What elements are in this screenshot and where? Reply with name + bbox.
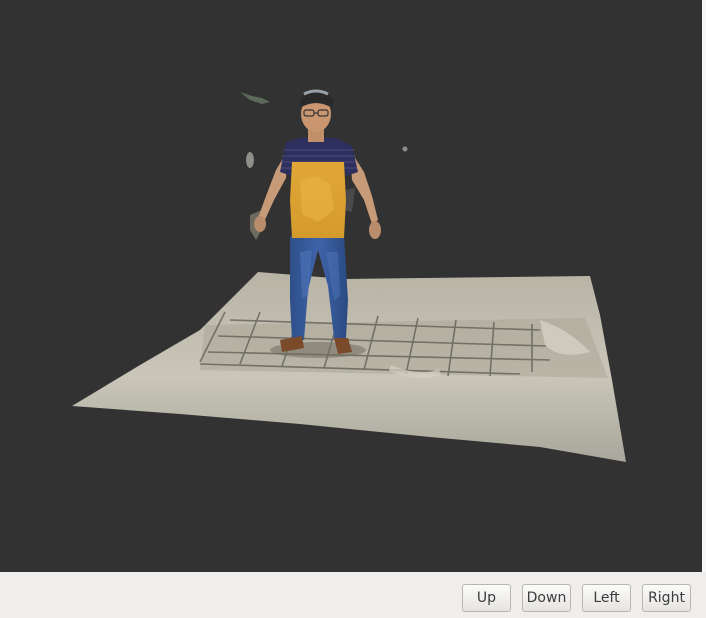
3d-scene: [72, 89, 626, 462]
up-button[interactable]: Up: [462, 584, 511, 612]
floor-surface: [72, 272, 626, 462]
navigation-toolbar: Up Down Left Right: [0, 572, 706, 618]
down-button[interactable]: Down: [522, 584, 571, 612]
left-button[interactable]: Left: [582, 584, 631, 612]
3d-viewport[interactable]: [0, 0, 706, 572]
app-window: Up Down Left Right: [0, 0, 706, 618]
right-button[interactable]: Right: [642, 584, 691, 612]
